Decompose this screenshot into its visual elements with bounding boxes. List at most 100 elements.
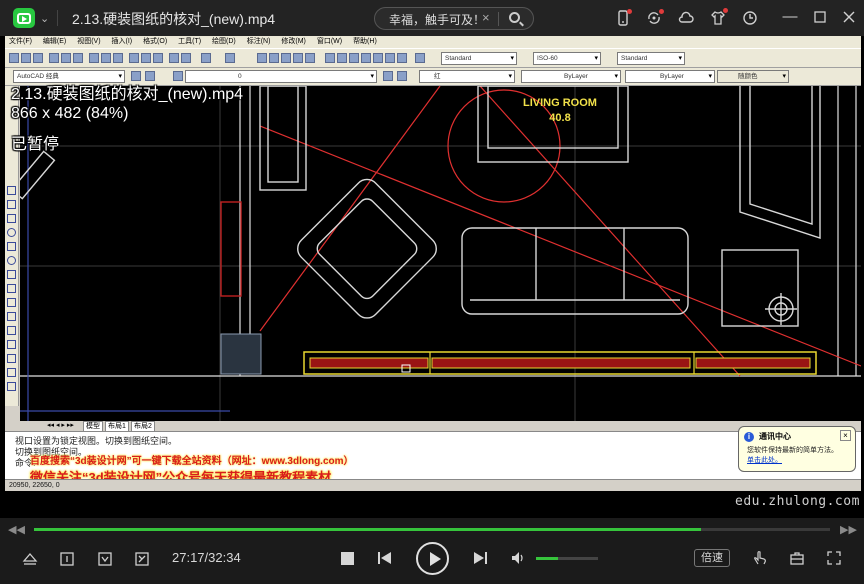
notification-dot — [627, 9, 632, 14]
search-box[interactable]: 幸福，触手可及！ × — [374, 7, 534, 30]
video-player-window: ⌄ 2.13.硬装图纸的核对_(new).mp4 幸福，触手可及！ × — 文件… — [0, 0, 864, 584]
cad-tool-icon — [415, 53, 425, 63]
cad-menu-item: 标注(N) — [246, 38, 271, 45]
minimize-button[interactable]: — — [782, 9, 798, 25]
progress-bar[interactable] — [34, 528, 830, 531]
room-label-cn: 客厅 — [518, 86, 541, 87]
cad-menu-item: 工具(T) — [178, 38, 202, 45]
watermark: edu.zhulong.com — [735, 494, 860, 509]
cad-tool-icon — [337, 53, 347, 63]
progress-fill — [34, 528, 701, 531]
cad-tool-icon — [281, 53, 291, 63]
stop-button[interactable] — [341, 552, 354, 565]
divider — [498, 12, 499, 26]
chevron-down-icon[interactable]: ⌄ — [40, 12, 49, 25]
volume-slider[interactable] — [536, 557, 598, 560]
cad-tool-icon — [7, 312, 16, 321]
cad-tool-icon — [7, 200, 16, 209]
cad-tool-icon — [89, 53, 99, 63]
cad-tool-icon — [141, 53, 151, 63]
subtitle-icon[interactable] — [134, 551, 150, 567]
color-combo: 红 — [419, 70, 515, 83]
speed-button[interactable]: 倍速 — [694, 549, 730, 567]
playlist-icon[interactable] — [59, 551, 75, 567]
cad-tool-icon — [305, 53, 315, 63]
promo-banner-line: 百度搜索“3d装设计网”可一键下载全站资料（网址：www.3dlong.com） — [30, 456, 354, 467]
video-frame[interactable]: 文件(F) 编辑(E) 视图(V) 插入(I) 格式(O) 工具(T) 绘图(D… — [0, 36, 864, 518]
cad-tool-icon — [201, 53, 211, 63]
volume-fill — [536, 557, 558, 560]
screenshot-icon[interactable] — [97, 551, 113, 567]
search-input[interactable]: 幸福，触手可及！ — [389, 11, 485, 28]
cad-tool-icon — [349, 53, 359, 63]
cad-tool-icon — [7, 368, 16, 377]
cad-menu-item: 修改(M) — [281, 38, 306, 45]
notification-dot — [723, 8, 728, 13]
cad-tool-icon — [61, 53, 71, 63]
cad-tool-icon — [257, 53, 267, 63]
cad-standard-toolbar: Standard ISO-60 Standard — [5, 48, 861, 68]
cad-tool-icon — [101, 53, 111, 63]
app-logo[interactable] — [13, 8, 35, 28]
cad-drawing-area: 客厅 LIVING ROOM 40.8 — [20, 86, 861, 421]
cloud-icon[interactable] — [678, 10, 694, 26]
gesture-icon[interactable] — [752, 550, 768, 566]
cad-tool-icon — [7, 242, 16, 251]
history-icon[interactable] — [742, 10, 758, 26]
cad-tool-icon — [7, 256, 16, 265]
cad-tool-icon — [325, 53, 335, 63]
cad-tool-icon — [7, 298, 16, 307]
cad-tool-icon — [113, 53, 123, 63]
plotstyle-combo: 随颜色 — [717, 70, 789, 83]
cad-tool-icon — [73, 53, 83, 63]
cad-tool-icon — [9, 53, 19, 63]
maximize-button[interactable] — [812, 9, 828, 25]
search-icon[interactable] — [509, 12, 520, 23]
close-button[interactable] — [841, 9, 857, 25]
cad-tool-icon — [373, 53, 383, 63]
title-bar: ⌄ 2.13.硬装图纸的核对_(new).mp4 幸福，触手可及！ × — — [0, 0, 864, 36]
cad-tool-icon — [397, 71, 407, 81]
notification-balloon: i 通讯中心 × 您软件保持最新的简单方法。 单击此处。 — [738, 426, 856, 472]
room-label-en: LIVING ROOM — [523, 97, 597, 109]
clear-icon[interactable]: × — [482, 10, 490, 25]
floor-plan-drawing: 客厅 LIVING ROOM 40.8 — [20, 86, 861, 421]
room-area: 40.8 — [549, 112, 570, 124]
tab-nav-arrows: ◂◂ ◂ ▸ ▸▸ — [47, 422, 74, 429]
cad-layout-tabs: ◂◂ ◂ ▸ ▸▸ 模型 布局1 布局2 — [5, 421, 861, 433]
cad-screen: 文件(F) 编辑(E) 视图(V) 插入(I) 格式(O) 工具(T) 绘图(D… — [5, 36, 861, 491]
notification-dot — [659, 9, 664, 14]
cad-menu-item: 插入(I) — [111, 38, 133, 45]
rewind-icon[interactable]: ◀◀ — [8, 523, 25, 536]
fullscreen-icon[interactable] — [826, 550, 842, 566]
dim-style-combo: ISO-60 — [533, 52, 601, 65]
eject-icon[interactable] — [22, 551, 38, 567]
cad-tool-icon — [49, 53, 59, 63]
close-icon: × — [840, 430, 851, 441]
cad-tool-icon — [181, 53, 191, 63]
next-button[interactable] — [474, 551, 488, 565]
play-button[interactable] — [416, 542, 449, 575]
toolbox-icon[interactable] — [789, 550, 805, 566]
cad-status-bar: 20950, 22650, 0 — [5, 479, 861, 491]
cad-tool-icon — [7, 382, 16, 391]
cad-tool-icon — [33, 53, 43, 63]
balloon-title: 通讯中心 — [759, 432, 791, 441]
cad-menu-item: 编辑(E) — [42, 38, 67, 45]
osd-resolution: 866 x 482 (84%) — [11, 105, 129, 122]
cad-tool-icon — [7, 214, 16, 223]
status-coordinates: 20950, 22650, 0 — [9, 482, 60, 489]
cad-menu-item: 文件(F) — [9, 38, 32, 45]
cad-tool-icon — [7, 284, 16, 293]
text-style-combo: Standard — [441, 52, 517, 65]
forward-icon[interactable]: ▶▶ — [840, 523, 857, 536]
cad-tool-icon — [269, 53, 279, 63]
cad-menu-item: 格式(O) — [143, 38, 168, 45]
cad-tool-icon — [7, 186, 16, 195]
cad-tool-icon — [169, 53, 179, 63]
video-title: 2.13.硬装图纸的核对_(new).mp4 — [72, 11, 276, 27]
osd-state: 已暂停 — [11, 136, 60, 153]
cad-tool-icon — [397, 53, 407, 63]
previous-button[interactable] — [378, 551, 392, 565]
volume-icon[interactable] — [510, 550, 526, 566]
